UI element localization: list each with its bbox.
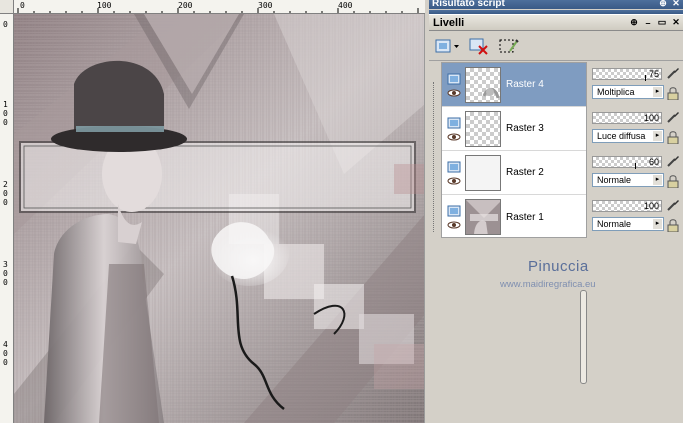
watermark-url: www.maidiregrafica.eu xyxy=(500,279,596,290)
minimize-icon[interactable]: – xyxy=(643,17,653,28)
artwork-image xyxy=(14,14,424,423)
brush-icon[interactable] xyxy=(666,110,680,124)
opacity-slider[interactable]: 100 xyxy=(592,200,662,212)
layer-type-icon xyxy=(447,73,461,84)
blend-mode-select[interactable]: Normale ▸ xyxy=(592,173,664,187)
delete-layer-icon xyxy=(469,38,488,55)
blend-mode-value: Moltiplica xyxy=(597,87,635,97)
dropdown-arrow-icon: ▸ xyxy=(653,219,662,229)
ruler-ticks xyxy=(17,8,419,13)
layer-type-icon xyxy=(447,205,461,217)
ruler-tick-label: 400 xyxy=(3,340,8,367)
brush-icon[interactable] xyxy=(666,66,680,80)
brush-icon[interactable] xyxy=(666,198,680,212)
layer-row[interactable]: Raster 2 xyxy=(442,151,586,195)
dropdown-arrow-icon: ▸ xyxy=(653,175,662,185)
blend-mode-value: Luce diffusa xyxy=(597,131,646,141)
ruler-vertical: 0 100 200 300 400 xyxy=(0,14,14,423)
opacity-slider[interactable]: 60 xyxy=(592,156,662,169)
layer-thumbnail xyxy=(465,110,501,147)
layer-row[interactable]: Raster 1 xyxy=(442,195,586,239)
layer-name: Raster 4 xyxy=(506,79,544,90)
visibility-eye-icon[interactable] xyxy=(447,177,461,185)
splitter-handle[interactable] xyxy=(580,290,587,384)
close-icon[interactable]: ✕ xyxy=(671,17,681,28)
blend-mode-select[interactable]: Luce diffusa ▸ xyxy=(592,129,664,143)
layer-name: Raster 3 xyxy=(506,123,544,134)
ruler-tick-label: 0 xyxy=(3,20,8,29)
layer-type-icon xyxy=(447,117,461,128)
layers-title: Livelli xyxy=(433,16,465,29)
opacity-slider[interactable]: 100 xyxy=(592,112,662,124)
lock-icon[interactable] xyxy=(666,174,680,188)
layer-properties-row: 60 Normale ▸ xyxy=(589,150,683,194)
ruler-tick-label: 200 xyxy=(3,180,8,207)
layer-properties-column: 75 Moltiplica ▸ 100 Luce diffusa ▸ 60 No… xyxy=(589,62,683,238)
lock-icon[interactable] xyxy=(666,130,680,144)
blend-mode-select[interactable]: Normale ▸ xyxy=(592,217,664,231)
image-canvas[interactable] xyxy=(14,14,425,423)
blend-mode-value: Normale xyxy=(597,175,632,185)
layer-properties-row: 100 Normale ▸ xyxy=(589,194,683,238)
close-icon[interactable]: ✕ xyxy=(671,0,681,9)
layer-tree-line xyxy=(433,82,434,232)
layer-name: Raster 1 xyxy=(506,211,544,223)
visibility-eye-icon[interactable] xyxy=(447,133,461,141)
blend-mode-select[interactable]: Moltiplica ▸ xyxy=(592,85,664,99)
layer-thumbnail xyxy=(465,199,501,235)
lock-icon[interactable] xyxy=(666,218,680,232)
layer-properties-row: 100 Luce diffusa ▸ xyxy=(589,106,683,150)
layer-list: Raster 4 Raster 3 Raster 2 Raster 1 xyxy=(441,62,587,238)
layer-row[interactable]: Raster 4 xyxy=(442,63,586,107)
pin-icon[interactable]: ⊕ xyxy=(658,0,668,9)
script-output-title: Risultato script xyxy=(432,0,505,9)
layer-properties-row: 75 Moltiplica ▸ xyxy=(589,62,683,106)
opacity-value: 100 xyxy=(643,201,659,211)
blend-mode-value: Normale xyxy=(597,219,632,229)
ruler-tick-label: 300 xyxy=(3,260,8,287)
layers-panel: Livelli ⊕ – ▭ ✕ xyxy=(429,10,683,61)
watermark-name: Pinuccia xyxy=(528,258,589,275)
opacity-value: 100 xyxy=(643,113,659,123)
lock-icon[interactable] xyxy=(666,86,680,100)
layer-type-icon xyxy=(447,161,461,172)
dock-icon[interactable]: ▭ xyxy=(657,17,667,28)
opacity-marker xyxy=(635,163,641,169)
pin-icon[interactable]: ⊕ xyxy=(629,17,639,28)
app-window: 0 100 200 300 400 0 100 200 300 400 Risu… xyxy=(0,0,683,423)
layer-row[interactable]: Raster 3 xyxy=(442,107,586,151)
opacity-value: 60 xyxy=(648,157,659,167)
ruler-tick-label: 100 xyxy=(3,100,8,127)
ruler-corner xyxy=(0,0,14,14)
opacity-slider[interactable]: 75 xyxy=(592,68,662,81)
layers-content: Raster 4 Raster 3 Raster 2 Raster 1 75 M… xyxy=(429,62,683,423)
layer-properties-button[interactable] xyxy=(498,35,520,57)
visibility-eye-icon[interactable] xyxy=(447,89,461,97)
layer-thumbnail xyxy=(465,66,501,103)
opacity-marker xyxy=(645,75,651,81)
new-layer-icon xyxy=(435,39,459,52)
layers-titlebar: Livelli ⊕ – ▭ ✕ xyxy=(429,14,683,31)
delete-layer-button[interactable] xyxy=(468,35,490,57)
ruler-horizontal: 0 100 200 300 400 xyxy=(0,0,425,14)
layer-thumbnail xyxy=(465,154,501,191)
visibility-eye-icon[interactable] xyxy=(447,221,461,229)
brush-icon[interactable] xyxy=(666,154,680,168)
dropdown-arrow-icon: ▸ xyxy=(653,131,662,141)
script-output-titlebar: Risultato script ⊕ ✕ xyxy=(429,0,683,9)
layer-name: Raster 2 xyxy=(506,167,544,178)
layers-toolbar xyxy=(429,31,683,61)
new-layer-button[interactable] xyxy=(434,35,460,57)
dropdown-arrow-icon: ▸ xyxy=(653,87,662,97)
edit-selection-icon xyxy=(499,38,519,52)
